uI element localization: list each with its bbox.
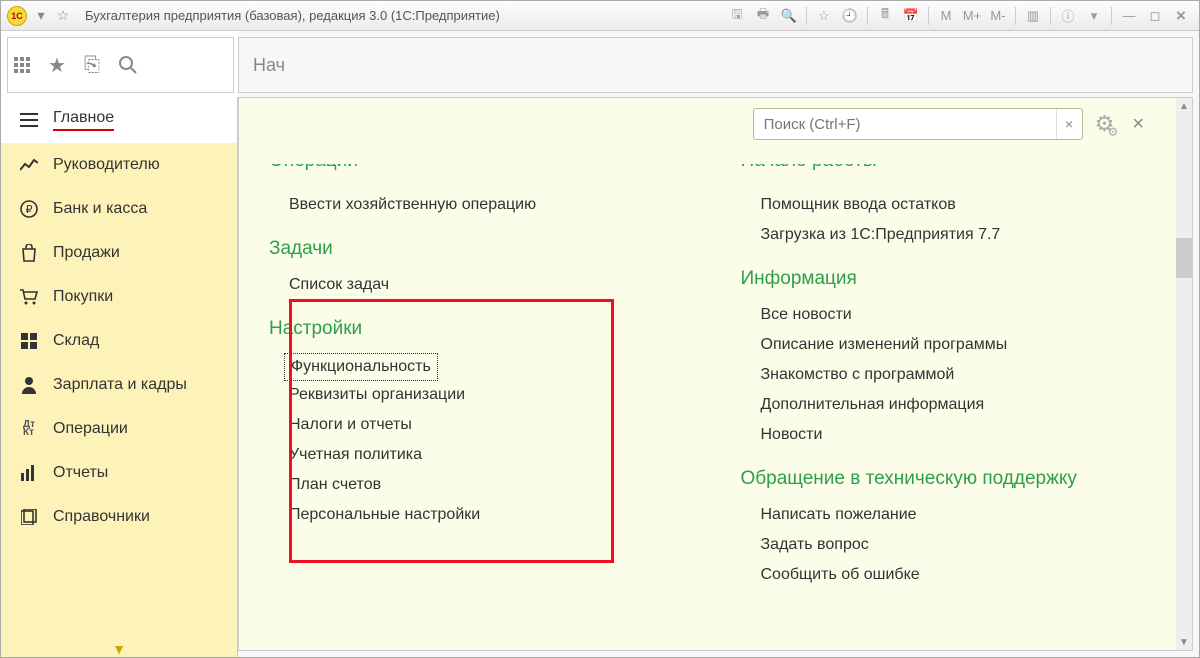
section-getting-started-cut[interactable]: Начало работы <box>741 164 1173 180</box>
close-button[interactable]: × <box>1169 5 1193 27</box>
sidebar-item-label: Отчеты <box>53 464 108 482</box>
window-title: Бухгалтерия предприятия (базовая), редак… <box>85 8 500 23</box>
toolbar-info-icon[interactable]: ⓘ <box>1056 5 1080 27</box>
toolbar-save-icon[interactable]: 🖫 <box>725 5 749 27</box>
link-enter-operation[interactable]: Ввести хозяйственную операцию <box>269 190 701 220</box>
link-report-bug[interactable]: Сообщить об ошибке <box>741 560 1173 590</box>
chart-line-icon <box>19 155 39 175</box>
sidebar-item-manager[interactable]: Руководителю <box>1 143 237 187</box>
sidebar-item-hr[interactable]: Зарплата и кадры <box>1 363 237 407</box>
link-chart-accounts[interactable]: План счетов <box>269 470 701 500</box>
panel-close-icon[interactable]: × <box>1132 113 1144 136</box>
section-settings[interactable]: Настройки <box>269 318 701 340</box>
apps-grid-icon[interactable] <box>14 57 30 73</box>
link-news[interactable]: Новости <box>741 420 1173 450</box>
bag-icon <box>19 243 39 263</box>
sidebar: Главное Руководителю ₽ Банк и касса <box>1 97 238 657</box>
search-input[interactable] <box>754 116 1056 133</box>
sidebar-item-label: Банк и касса <box>53 200 147 218</box>
nav-toolbar: ★ ⎘ <box>7 37 234 93</box>
sidebar-item-label: Склад <box>53 332 99 350</box>
settings-gear-icon[interactable]: ⚙⚙ <box>1095 111 1115 137</box>
titlebar: 1С ▾ ☆ Бухгалтерия предприятия (базовая)… <box>1 1 1199 31</box>
link-feedback[interactable]: Написать пожелание <box>741 500 1173 530</box>
main-panel: × ⚙⚙ × Операции Ввести хозяйственную опе… <box>238 97 1193 651</box>
minimize-button[interactable]: — <box>1117 5 1141 27</box>
sidebar-item-label: Покупки <box>53 288 113 306</box>
toolbar-info-drop-icon[interactable]: ▾ <box>1082 5 1106 27</box>
link-taxes[interactable]: Налоги и отчеты <box>269 410 701 440</box>
dropdown-icon[interactable]: ▾ <box>33 8 49 24</box>
toolbar-history-icon[interactable]: 🕘 <box>838 5 862 27</box>
sidebar-item-label: Главное <box>53 109 114 131</box>
toolbar-calc-icon[interactable]: 🖩 <box>873 5 897 27</box>
scroll-up-icon[interactable]: ▲ <box>1176 98 1192 114</box>
link-functionality[interactable]: Функциональность <box>285 354 437 380</box>
toolbar-m-button[interactable]: M <box>934 5 958 27</box>
star-icon[interactable]: ★ <box>48 53 66 78</box>
sidebar-item-sales[interactable]: Продажи <box>1 231 237 275</box>
vertical-scrollbar[interactable]: ▲ ▼ <box>1176 98 1192 650</box>
toolbar-calendar-icon[interactable]: 📅 <box>899 5 923 27</box>
scroll-down-icon[interactable]: ▼ <box>1176 634 1192 650</box>
toolbar-print-icon[interactable]: 🖶 <box>751 5 775 27</box>
content-right-column: Начало работы Помощник ввода остатков За… <box>741 146 1173 622</box>
toolbar-preview-icon[interactable]: 🔍 <box>777 5 801 27</box>
clipboard-icon[interactable]: ⎘ <box>84 54 100 77</box>
cart-icon <box>19 287 39 307</box>
toolbar-mminus-button[interactable]: M- <box>986 5 1010 27</box>
sidebar-item-label: Зарплата и кадры <box>53 376 187 394</box>
toolbar-panel-icon[interactable]: ▥ <box>1021 5 1045 27</box>
sidebar-item-label: Руководителю <box>53 156 160 174</box>
sidebar-expand-icon[interactable]: ▼ <box>1 641 237 657</box>
person-icon <box>19 375 39 395</box>
section-tasks[interactable]: Задачи <box>269 238 701 260</box>
svg-text:₽: ₽ <box>26 204 33 216</box>
sidebar-item-label: Справочники <box>53 508 150 526</box>
search-box[interactable]: × <box>753 108 1083 140</box>
menu-icon <box>19 110 39 130</box>
boxes-icon <box>19 331 39 351</box>
sidebar-item-operations[interactable]: ДтКт Операции <box>1 407 237 451</box>
sidebar-item-purchases[interactable]: Покупки <box>1 275 237 319</box>
link-personal-settings[interactable]: Персональные настройки <box>269 500 701 530</box>
breadcrumb-text: Нач <box>253 55 285 76</box>
sidebar-item-label: Продажи <box>53 244 120 262</box>
search-clear-icon[interactable]: × <box>1056 109 1082 139</box>
bars-icon <box>19 463 39 483</box>
link-org-details[interactable]: Реквизиты организации <box>269 380 701 410</box>
ruble-icon: ₽ <box>19 199 39 219</box>
maximize-button[interactable]: ◻ <box>1143 5 1167 27</box>
link-intro[interactable]: Знакомство с программой <box>741 360 1173 390</box>
sidebar-item-reference[interactable]: Справочники <box>1 495 237 539</box>
section-operations-cut[interactable]: Операции <box>269 164 701 180</box>
star-small-icon[interactable]: ☆ <box>55 8 71 24</box>
link-ask-question[interactable]: Задать вопрос <box>741 530 1173 560</box>
toolbar-mplus-button[interactable]: M+ <box>960 5 984 27</box>
breadcrumb-bar: Нач <box>238 37 1193 93</box>
content-left-column: Операции Ввести хозяйственную операцию З… <box>269 146 701 622</box>
toolbar-fav-icon[interactable]: ☆ <box>812 5 836 27</box>
sidebar-item-main[interactable]: Главное <box>1 97 237 143</box>
sidebar-item-bank[interactable]: ₽ Банк и касса <box>1 187 237 231</box>
sidebar-item-warehouse[interactable]: Склад <box>1 319 237 363</box>
link-balance-helper[interactable]: Помощник ввода остатков <box>741 190 1173 220</box>
section-support[interactable]: Обращение в техническую поддержку <box>741 468 1173 490</box>
link-task-list[interactable]: Список задач <box>269 270 701 300</box>
dtkt-icon: ДтКт <box>19 419 39 439</box>
app-window: 1С ▾ ☆ Бухгалтерия предприятия (базовая)… <box>0 0 1200 658</box>
link-all-news[interactable]: Все новости <box>741 300 1173 330</box>
search-icon[interactable] <box>118 55 138 75</box>
link-additional-info[interactable]: Дополнительная информация <box>741 390 1173 420</box>
link-accounting-policy[interactable]: Учетная политика <box>269 440 701 470</box>
scroll-thumb[interactable] <box>1176 238 1192 278</box>
logo-1c-icon: 1С <box>7 6 27 26</box>
sidebar-item-reports[interactable]: Отчеты <box>1 451 237 495</box>
books-icon <box>19 507 39 527</box>
sidebar-item-label: Операции <box>53 420 128 438</box>
link-import-77[interactable]: Загрузка из 1С:Предприятия 7.7 <box>741 220 1173 250</box>
link-changelog[interactable]: Описание изменений программы <box>741 330 1173 360</box>
section-information[interactable]: Информация <box>741 268 1173 290</box>
